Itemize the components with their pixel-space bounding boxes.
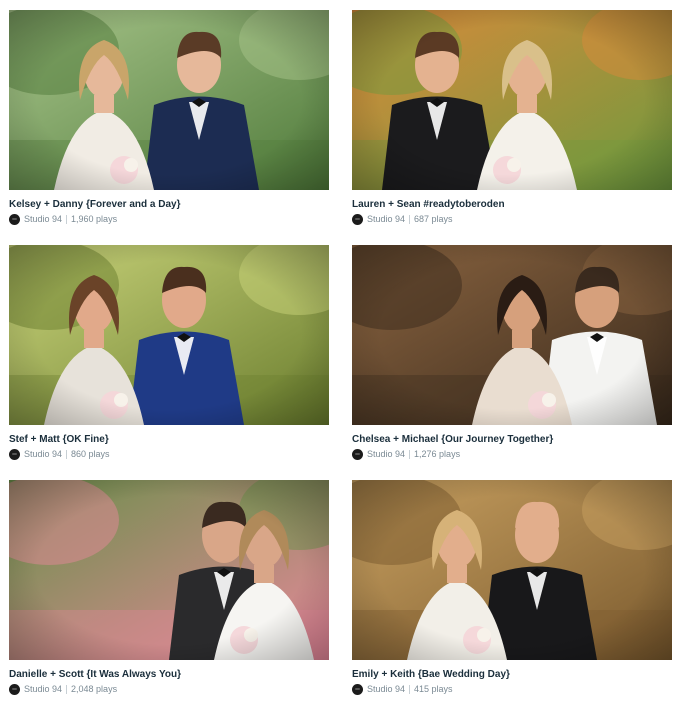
- studio-name-link[interactable]: Studio 94: [24, 683, 62, 695]
- studio-avatar-icon[interactable]: [9, 448, 20, 460]
- video-title[interactable]: Emily + Keith {Bae Wedding Day}: [352, 668, 672, 681]
- studio-avatar-icon[interactable]: [352, 683, 363, 695]
- meta-divider: [66, 449, 68, 459]
- play-count: 1,276 plays: [414, 449, 461, 459]
- meta-divider: [66, 684, 68, 694]
- video-grid: Kelsey + Danny {Forever and a Day} Studi…: [9, 10, 672, 715]
- thumbnail-image: [352, 245, 672, 425]
- meta-divider: [409, 684, 411, 694]
- video-card: Danielle + Scott {It Was Always You} Stu…: [9, 480, 329, 715]
- thumbnail-image: [9, 480, 329, 660]
- play-count: 687 plays: [414, 214, 453, 224]
- video-card: Lauren + Sean #readytoberoden Studio 94 …: [352, 10, 672, 245]
- studio-name-link[interactable]: Studio 94: [367, 213, 405, 225]
- video-title[interactable]: Chelsea + Michael {Our Journey Together}: [352, 433, 672, 446]
- video-card: Kelsey + Danny {Forever and a Day} Studi…: [9, 10, 329, 245]
- video-thumbnail[interactable]: [352, 480, 672, 660]
- video-thumbnail[interactable]: [9, 245, 329, 425]
- studio-avatar-icon[interactable]: [352, 448, 363, 460]
- video-card: Stef + Matt {OK Fine} Studio 94 860 play…: [9, 245, 329, 480]
- video-thumbnail[interactable]: [9, 10, 329, 190]
- thumbnail-image: [352, 480, 672, 660]
- video-thumbnail[interactable]: [352, 245, 672, 425]
- video-thumbnail[interactable]: [9, 480, 329, 660]
- meta-divider: [409, 449, 411, 459]
- video-title[interactable]: Lauren + Sean #readytoberoden: [352, 198, 672, 211]
- meta-divider: [409, 214, 411, 224]
- video-meta: Studio 94 860 plays: [9, 448, 329, 460]
- studio-name-link[interactable]: Studio 94: [367, 448, 405, 460]
- video-title[interactable]: Kelsey + Danny {Forever and a Day}: [9, 198, 329, 211]
- meta-divider: [66, 214, 68, 224]
- thumbnail-image: [352, 10, 672, 190]
- video-meta: Studio 94 2,048 plays: [9, 683, 329, 695]
- play-count: 860 plays: [71, 449, 110, 459]
- studio-avatar-icon[interactable]: [9, 683, 20, 695]
- thumbnail-image: [9, 245, 329, 425]
- video-meta: Studio 94 1,276 plays: [352, 448, 672, 460]
- play-count: 415 plays: [414, 684, 453, 694]
- video-card: Chelsea + Michael {Our Journey Together}…: [352, 245, 672, 480]
- video-meta: Studio 94 687 plays: [352, 213, 672, 225]
- studio-avatar-icon[interactable]: [9, 213, 20, 225]
- video-title[interactable]: Stef + Matt {OK Fine}: [9, 433, 329, 446]
- video-meta: Studio 94 415 plays: [352, 683, 672, 695]
- video-meta: Studio 94 1,960 plays: [9, 213, 329, 225]
- studio-name-link[interactable]: Studio 94: [24, 213, 62, 225]
- studio-avatar-icon[interactable]: [352, 213, 363, 225]
- play-count: 2,048 plays: [71, 684, 118, 694]
- thumbnail-image: [9, 10, 329, 190]
- play-count: 1,960 plays: [71, 214, 118, 224]
- studio-name-link[interactable]: Studio 94: [367, 683, 405, 695]
- video-title[interactable]: Danielle + Scott {It Was Always You}: [9, 668, 329, 681]
- video-card: Emily + Keith {Bae Wedding Day} Studio 9…: [352, 480, 672, 715]
- studio-name-link[interactable]: Studio 94: [24, 448, 62, 460]
- video-thumbnail[interactable]: [352, 10, 672, 190]
